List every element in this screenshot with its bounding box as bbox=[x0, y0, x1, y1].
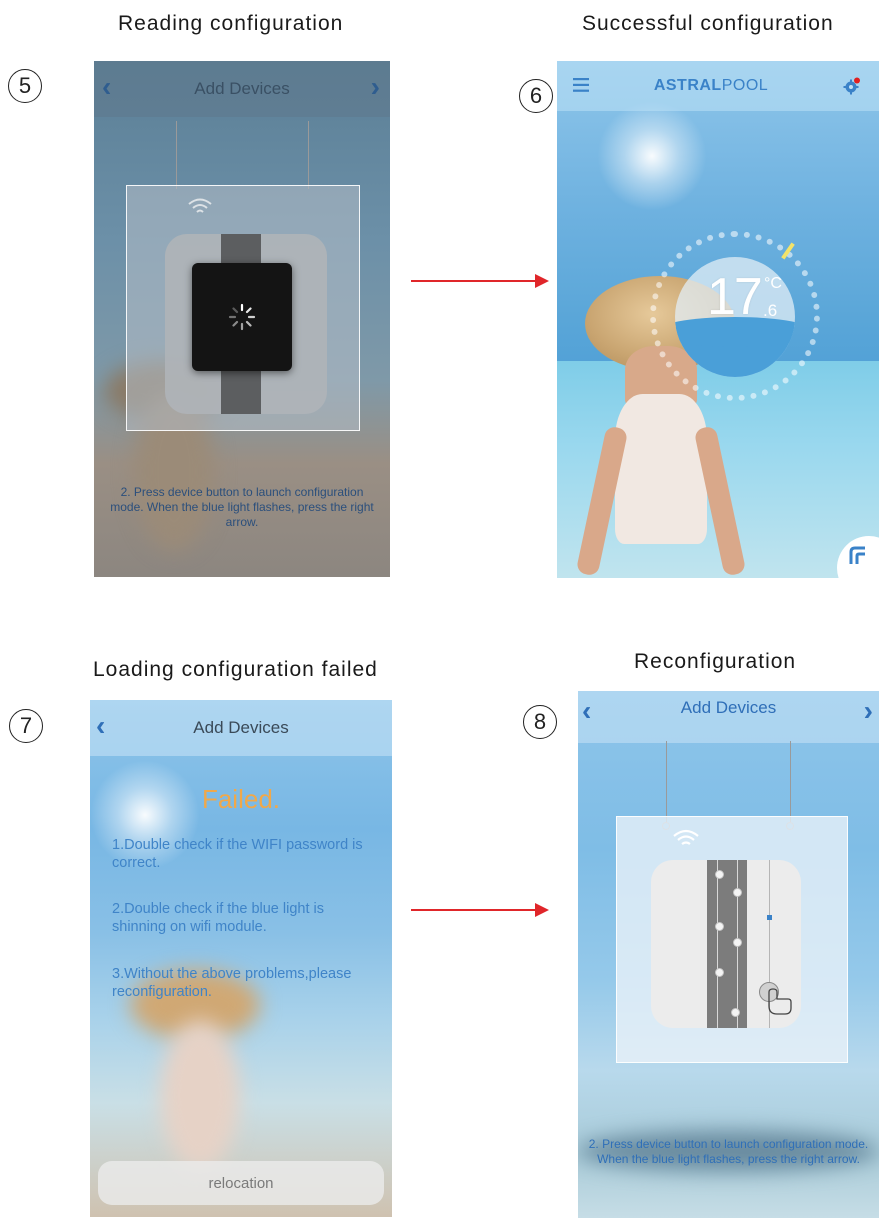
blue-led bbox=[767, 915, 772, 920]
flow-arrow-7-to-8 bbox=[411, 903, 549, 917]
chevron-left-icon[interactable]: ‹ bbox=[96, 710, 105, 742]
failure-tip-3: 3.Without the above problems,please reco… bbox=[112, 966, 352, 1000]
caption-step-5: Reading configuration bbox=[118, 12, 344, 35]
chevron-left-icon[interactable]: ‹ bbox=[102, 71, 111, 103]
nav-bar: ‹ Add Devices › bbox=[578, 691, 879, 743]
brand-logo: ASTRALPOOL bbox=[654, 77, 768, 95]
caption-step-6: Successful configuration bbox=[582, 12, 834, 35]
hamburger-menu-icon[interactable] bbox=[573, 77, 589, 97]
brand-bold: ASTRAL bbox=[653, 77, 722, 94]
instruction-text: 2. Press device button to launch configu… bbox=[588, 1137, 869, 1166]
wifi-icon bbox=[187, 196, 213, 222]
failure-tip-2: 2.Double check if the blue light is shin… bbox=[112, 901, 324, 935]
wifi-module-image bbox=[651, 860, 801, 1028]
app-header: ASTRALPOOL bbox=[557, 61, 879, 111]
screen-configuration-failed: ‹ Add Devices Failed. 1.Double check if … bbox=[90, 700, 392, 1217]
wifi-icon bbox=[672, 829, 700, 855]
failure-tip-1: 1.Double check if the WIFI password is c… bbox=[112, 837, 363, 871]
flow-arrow-5-to-6 bbox=[411, 274, 549, 288]
hand-pointer-icon bbox=[768, 988, 792, 1015]
brand-light: POOL bbox=[721, 77, 769, 94]
gear-icon[interactable] bbox=[843, 77, 861, 100]
temperature-unit: °C bbox=[764, 275, 782, 292]
screen-reading-configuration: ‹ Add Devices › 2. Press device button t… bbox=[94, 61, 390, 577]
nav-title: Add Devices bbox=[193, 718, 289, 737]
nav-bar: ‹ Add Devices › bbox=[94, 61, 390, 117]
relocation-button[interactable]: relocation bbox=[98, 1161, 384, 1205]
instruction-text: 2. Press device button to launch configu… bbox=[110, 485, 374, 529]
device-panel bbox=[616, 816, 848, 1063]
step-number-7: 7 bbox=[9, 709, 43, 743]
temperature-decimal: .6 bbox=[763, 301, 778, 320]
temperature-whole: 17 bbox=[707, 268, 763, 326]
caption-step-7: Loading configuration failed bbox=[93, 658, 378, 681]
nav-title: Add Devices bbox=[194, 79, 290, 98]
sun-glare bbox=[597, 101, 707, 211]
chevron-right-icon[interactable]: › bbox=[371, 71, 380, 103]
chevron-right-icon[interactable]: › bbox=[864, 695, 873, 727]
loading-dialog bbox=[192, 263, 292, 371]
step-number-8: 8 bbox=[523, 705, 557, 739]
failed-title: Failed. bbox=[201, 784, 281, 814]
chevron-left-icon[interactable]: ‹ bbox=[582, 695, 591, 727]
caption-step-8: Reconfiguration bbox=[634, 650, 797, 673]
spinner-icon bbox=[228, 303, 256, 331]
step-number-6: 6 bbox=[519, 79, 553, 113]
nav-title: Add Devices bbox=[680, 698, 777, 717]
step-number-5: 5 bbox=[8, 69, 42, 103]
nav-bar: ‹ Add Devices bbox=[90, 700, 392, 756]
screen-successful-configuration: ASTRALPOOL 17 °C .6 bbox=[557, 61, 879, 578]
screen-reconfiguration: ‹ Add Devices › 2. Press device button t… bbox=[578, 691, 879, 1218]
